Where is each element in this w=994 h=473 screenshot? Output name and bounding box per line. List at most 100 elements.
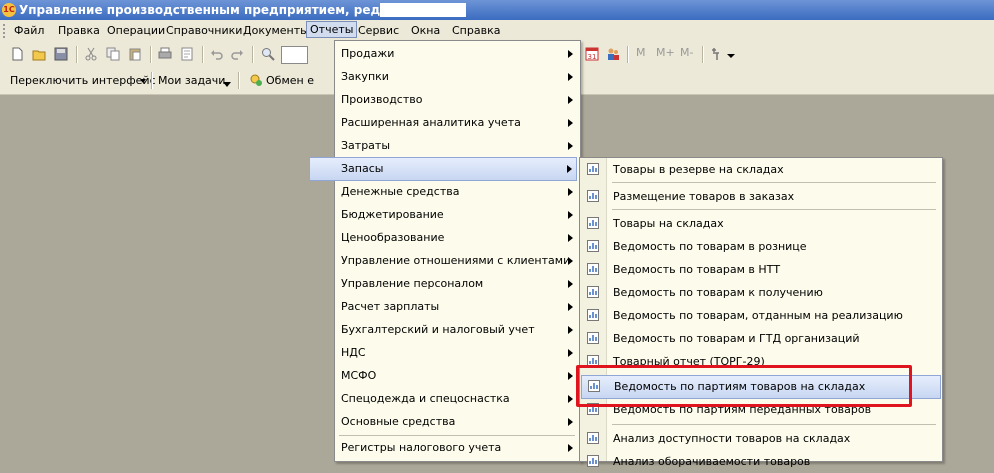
search-input[interactable] bbox=[281, 46, 308, 64]
annotation-highlight-box bbox=[576, 365, 912, 407]
submenu-arrow-icon bbox=[568, 119, 573, 127]
stock-item-turnover[interactable]: Анализ оборачиваемости товаров bbox=[581, 451, 939, 473]
stock-item-ntt[interactable]: Ведомость по товарам в НТТ bbox=[581, 259, 939, 281]
report-icon bbox=[587, 432, 599, 444]
report-icon bbox=[587, 217, 599, 229]
reports-item-workwear[interactable]: Спецодежда и спецоснастка bbox=[337, 388, 577, 410]
submenu-arrow-icon bbox=[568, 234, 573, 242]
stock-item-reserved[interactable]: Товары в резерве на складах bbox=[581, 159, 939, 181]
copy-icon[interactable] bbox=[106, 47, 120, 61]
reports-item-sales[interactable]: Продажи bbox=[337, 43, 577, 65]
menubar-grip bbox=[3, 24, 8, 38]
reports-item-tax-registers[interactable]: Регистры налогового учета bbox=[337, 437, 577, 459]
app-logo-icon: 1С bbox=[2, 3, 16, 17]
my-tasks-button[interactable]: Мои задачи bbox=[158, 74, 225, 87]
toolbar-separator bbox=[238, 72, 240, 89]
report-icon bbox=[587, 309, 599, 321]
report-icon bbox=[587, 240, 599, 252]
reports-item-vat[interactable]: НДС bbox=[337, 342, 577, 364]
stock-submenu: Товары в резерве на складах Размещение т… bbox=[579, 157, 943, 468]
reports-menu: Продажи Закупки Производство Расширенная… bbox=[309, 40, 581, 462]
report-icon bbox=[587, 163, 599, 175]
reports-item-pricing[interactable]: Ценообразование bbox=[337, 227, 577, 249]
menu-documents[interactable]: Документы bbox=[241, 23, 311, 38]
stock-item-placement[interactable]: Размещение товаров в заказах bbox=[581, 186, 939, 208]
memory-plus-button[interactable]: M+ bbox=[656, 46, 675, 59]
stock-item-availability[interactable]: Анализ доступности товаров на складах bbox=[581, 428, 939, 450]
calendar-day: 31 bbox=[588, 53, 597, 61]
submenu-arrow-icon bbox=[568, 96, 573, 104]
submenu-arrow-icon bbox=[568, 280, 573, 288]
redacted-area bbox=[380, 3, 466, 17]
calendar-icon[interactable]: 31 bbox=[585, 47, 599, 61]
stock-item-in-warehouses[interactable]: Товары на складах bbox=[581, 213, 939, 235]
chevron-down-icon[interactable] bbox=[140, 78, 146, 84]
search-icon[interactable] bbox=[261, 47, 275, 61]
menu-windows[interactable]: Окна bbox=[409, 23, 442, 38]
menu-edit[interactable]: Правка bbox=[56, 23, 102, 38]
print-preview-icon[interactable] bbox=[180, 47, 194, 61]
tools-icon[interactable] bbox=[710, 47, 724, 61]
toolbar-separator bbox=[627, 46, 629, 63]
memory-minus-button[interactable]: M- bbox=[680, 46, 693, 59]
stock-item-gtd[interactable]: Ведомость по товарам и ГТД организаций bbox=[581, 328, 939, 350]
submenu-arrow-icon bbox=[568, 395, 573, 403]
submenu-arrow-icon bbox=[568, 188, 573, 196]
reports-item-budgeting[interactable]: Бюджетирование bbox=[337, 204, 577, 226]
submenu-arrow-icon bbox=[568, 303, 573, 311]
reports-item-accounting[interactable]: Бухгалтерский и налоговый учет bbox=[337, 319, 577, 341]
submenu-arrow-icon bbox=[568, 50, 573, 58]
chevron-down-icon[interactable] bbox=[727, 51, 735, 59]
exchange-button[interactable]: Обмен е bbox=[266, 74, 314, 87]
menu-catalogs[interactable]: Справочники bbox=[164, 23, 244, 38]
reports-item-purchases[interactable]: Закупки bbox=[337, 66, 577, 88]
report-icon bbox=[587, 190, 599, 202]
submenu-arrow-icon bbox=[568, 211, 573, 219]
menu-help[interactable]: Справка bbox=[450, 23, 502, 38]
reports-item-payroll[interactable]: Расчет зарплаты bbox=[337, 296, 577, 318]
menu-separator bbox=[612, 424, 936, 425]
memory-button[interactable]: M bbox=[636, 46, 646, 59]
menu-separator bbox=[612, 209, 936, 210]
save-icon[interactable] bbox=[54, 47, 68, 61]
submenu-arrow-icon bbox=[568, 73, 573, 81]
menu-operations[interactable]: Операции bbox=[105, 23, 167, 38]
print-icon[interactable] bbox=[158, 47, 172, 61]
menu-file[interactable]: Файл bbox=[12, 23, 46, 38]
menu-bar: Файл Правка Операции Справочники Докумен… bbox=[0, 20, 994, 41]
submenu-arrow-icon bbox=[568, 326, 573, 334]
toolbar-separator bbox=[151, 72, 153, 89]
toolbar-separator bbox=[76, 46, 78, 63]
reports-item-stock[interactable]: Запасы bbox=[309, 157, 577, 181]
switch-interface-button[interactable]: Переключить интерфейс bbox=[10, 74, 156, 87]
reports-item-ifrs[interactable]: МСФО bbox=[337, 365, 577, 387]
menu-reports[interactable]: Отчеты bbox=[306, 21, 358, 38]
open-folder-icon[interactable] bbox=[32, 47, 46, 61]
stock-item-consignment[interactable]: Ведомость по товарам, отданным на реализ… bbox=[581, 305, 939, 327]
paste-icon[interactable] bbox=[128, 47, 142, 61]
submenu-arrow-icon bbox=[568, 372, 573, 380]
reports-item-crm[interactable]: Управление отношениями с клиентами bbox=[337, 250, 577, 272]
reports-item-production[interactable]: Производство bbox=[337, 89, 577, 111]
report-icon bbox=[587, 332, 599, 344]
stock-item-retail[interactable]: Ведомость по товарам в рознице bbox=[581, 236, 939, 258]
new-document-icon[interactable] bbox=[10, 47, 24, 61]
menu-service[interactable]: Сервис bbox=[356, 23, 401, 38]
redo-icon[interactable] bbox=[230, 47, 244, 61]
submenu-arrow-icon bbox=[568, 349, 573, 357]
chevron-down-icon[interactable] bbox=[223, 82, 231, 88]
toolbar-separator bbox=[702, 46, 704, 63]
stock-item-to-receive[interactable]: Ведомость по товарам к получению bbox=[581, 282, 939, 304]
reports-item-hr[interactable]: Управление персоналом bbox=[337, 273, 577, 295]
report-icon bbox=[587, 286, 599, 298]
users-icon[interactable] bbox=[606, 47, 620, 61]
reports-item-fixed-assets[interactable]: Основные средства bbox=[337, 411, 577, 433]
reports-item-cash[interactable]: Денежные средства bbox=[337, 181, 577, 203]
toolbar-separator bbox=[252, 46, 254, 63]
reports-item-analytics[interactable]: Расширенная аналитика учета bbox=[337, 112, 577, 134]
exchange-icon[interactable] bbox=[249, 73, 263, 87]
undo-icon[interactable] bbox=[210, 47, 224, 61]
submenu-arrow-icon bbox=[568, 142, 573, 150]
reports-item-costs[interactable]: Затраты bbox=[337, 135, 577, 157]
cut-icon[interactable] bbox=[84, 47, 98, 61]
